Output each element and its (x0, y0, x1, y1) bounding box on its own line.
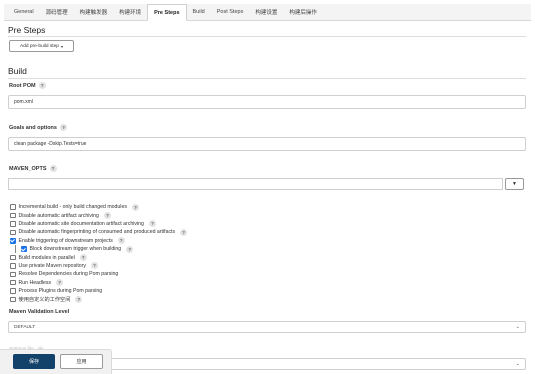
option-label: Disable automatic artifact archiving (18, 212, 99, 219)
checkbox[interactable] (10, 212, 16, 219)
pre-steps-title: Pre Steps (8, 25, 46, 35)
help-icon[interactable]: ? (59, 124, 67, 131)
option-custom-workspace[interactable]: 使用自定义的工作空间 ? (10, 295, 410, 303)
build-divider (8, 78, 526, 79)
option-incremental-build[interactable]: Incremental build - only build changed m… (10, 203, 410, 211)
pre-steps-divider (8, 36, 526, 37)
help-icon[interactable]: ? (56, 279, 64, 287)
checkbox[interactable] (10, 296, 16, 303)
option-resolve-dependencies[interactable]: Resolve Dependencies during Pom parsing (10, 270, 410, 278)
add-pre-build-step-label: Add pre-build step (20, 43, 59, 49)
option-label: Enable triggering of downstream projects (18, 237, 113, 244)
build-options-list: Incremental build - only build changed m… (10, 203, 410, 304)
build-title: Build (8, 66, 27, 76)
tab-source-code-management[interactable]: 源码管理 (40, 4, 74, 20)
checkbox[interactable] (10, 288, 16, 294)
checkbox[interactable] (10, 221, 16, 227)
help-icon[interactable]: ? (79, 254, 87, 262)
option-label: Resolve Dependencies during Pom parsing (18, 271, 119, 278)
tab-build-environment[interactable]: 构建环境 (113, 4, 147, 20)
apply-button[interactable]: 应用 (60, 354, 103, 369)
root-pom-input[interactable] (8, 95, 526, 109)
goals-label: Goals and options ? (9, 124, 67, 131)
maven-opts-label: MAVEN_OPTS ? (9, 165, 57, 172)
option-label: Incremental build - only build changed m… (18, 204, 127, 211)
expand-down-icon: ▼ (512, 181, 517, 187)
option-label: Disable automatic fingerprinting of cons… (18, 229, 176, 236)
help-icon[interactable]: ? (49, 165, 57, 172)
checkbox[interactable] (10, 204, 16, 210)
option-run-headless[interactable]: Run Headless ? (10, 279, 410, 287)
save-button[interactable]: 保存 (13, 354, 55, 369)
maven-opts-label-text: MAVEN_OPTS (9, 165, 47, 172)
help-icon[interactable]: ? (75, 295, 83, 303)
help-icon[interactable]: ? (131, 203, 139, 211)
help-icon[interactable]: ? (148, 220, 156, 228)
option-label: Use private Maven repository (18, 262, 86, 269)
checkbox[interactable] (10, 238, 16, 244)
tab-build-triggers[interactable]: 构建触发器 (74, 4, 114, 20)
help-icon[interactable]: ? (38, 82, 46, 89)
option-disable-fingerprinting[interactable]: Disable automatic fingerprinting of cons… (10, 228, 410, 236)
help-icon[interactable]: ? (103, 212, 111, 220)
option-label: Process Plugins during Pom parsing (18, 288, 103, 295)
tab-general[interactable]: General (8, 4, 40, 20)
tab-build-settings[interactable]: 构建设置 (249, 4, 283, 20)
tab-post-build-actions[interactable]: 构建后操作 (283, 4, 323, 20)
checkbox[interactable] (10, 254, 16, 261)
root-pom-label-text: Root POM (9, 82, 36, 89)
expand-textarea-button[interactable]: ▼ (505, 178, 524, 190)
option-label: Disable automatic site documentation art… (18, 220, 144, 227)
option-block-downstream-trigger[interactable]: Block downstream trigger when building ? (10, 245, 410, 254)
nesting-line (15, 245, 16, 254)
option-label: Block downstream trigger when building (29, 246, 122, 253)
checkbox[interactable] (10, 271, 16, 278)
chevron-down-icon: ⌄ (515, 361, 520, 367)
checkbox[interactable] (10, 279, 16, 286)
option-disable-site-doc-archiving[interactable]: Disable automatic site documentation art… (10, 220, 410, 228)
option-label: Build modules in parallel (18, 254, 75, 261)
option-enable-downstream-triggering[interactable]: Enable triggering of downstream projects… (10, 237, 410, 245)
config-tab-bar: General 源码管理 构建触发器 构建环境 Pre Steps Build … (4, 4, 531, 21)
tab-build[interactable]: Build (187, 4, 211, 20)
help-icon[interactable]: ? (117, 237, 125, 245)
maven-validation-select[interactable]: DEFAULT ⌄ (8, 321, 526, 333)
maven-validation-value: DEFAULT (14, 324, 36, 330)
option-label: Run Headless (18, 279, 52, 286)
tab-pre-steps[interactable]: Pre Steps (147, 4, 187, 21)
checkbox[interactable] (21, 246, 27, 252)
help-icon[interactable]: ? (180, 228, 188, 236)
caret-down-icon: ▾ (60, 43, 63, 49)
root-pom-label: Root POM ? (9, 82, 46, 89)
maven-opts-input[interactable] (8, 178, 503, 190)
maven-validation-label: Maven Validation Level (9, 309, 70, 315)
help-icon[interactable]: ? (126, 245, 134, 253)
goals-input[interactable] (8, 137, 526, 151)
option-label: 使用自定义的工作空间 (18, 296, 71, 303)
add-pre-build-step-button[interactable]: Add pre-build step ▾ (9, 40, 74, 52)
option-disable-artifact-archiving[interactable]: Disable automatic artifact archiving ? (10, 211, 410, 220)
checkbox[interactable] (10, 263, 16, 269)
goals-label-text: Goals and options (9, 124, 57, 131)
checkbox[interactable] (10, 229, 16, 236)
option-build-modules-parallel[interactable]: Build modules in parallel ? (10, 253, 410, 262)
tab-post-steps[interactable]: Post Steps (211, 4, 250, 20)
option-process-plugins[interactable]: Process Plugins during Pom parsing (10, 287, 410, 295)
help-icon[interactable]: ? (90, 262, 98, 270)
chevron-down-icon: ⌄ (515, 324, 520, 330)
option-private-maven-repo[interactable]: Use private Maven repository ? (10, 262, 410, 270)
